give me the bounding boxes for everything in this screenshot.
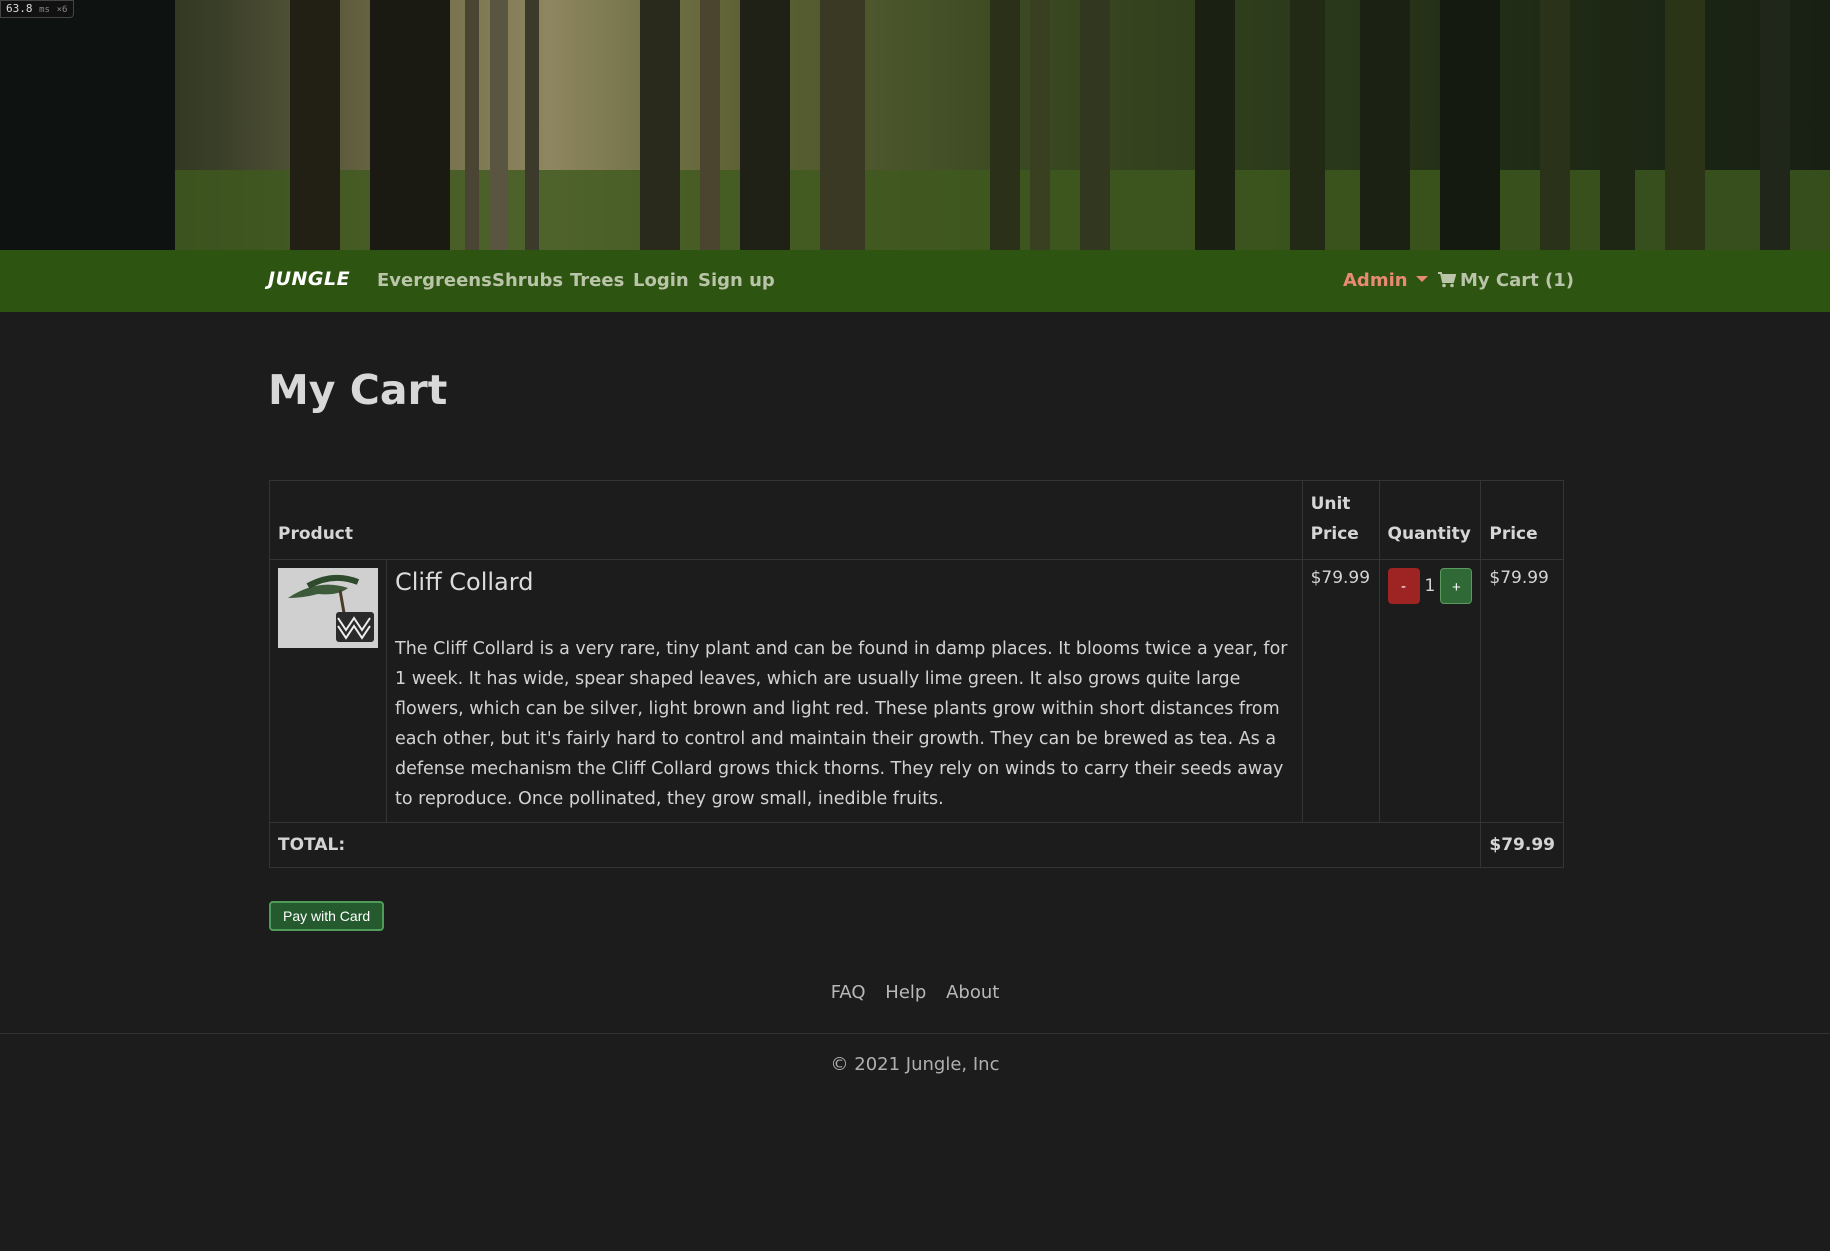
- header-product: Product: [269, 480, 1303, 560]
- product-image-cell: [269, 559, 387, 823]
- top-navbar: JUNGLE Evergreens Shrubs Trees Login Sig…: [0, 250, 1830, 312]
- forest-illustration: [0, 0, 1830, 250]
- perf-multiplier: ×6: [56, 5, 68, 15]
- product-name[interactable]: Cliff Collard: [395, 568, 1294, 596]
- footer-link-faq[interactable]: FAQ: [831, 982, 866, 1003]
- copyright: © 2021 Jungle, Inc: [830, 1054, 1000, 1075]
- nav-link-evergreens[interactable]: Evergreens: [377, 270, 492, 291]
- unit-price: $79.99: [1301, 559, 1380, 823]
- footer-link-about[interactable]: About: [946, 982, 999, 1003]
- footer-divider: [0, 1033, 1830, 1034]
- caret-down-icon: [1415, 276, 1428, 282]
- header-unit-price: Unit Price: [1301, 480, 1380, 560]
- page-title: My Cart: [268, 366, 448, 414]
- nav-link-signup[interactable]: Sign up: [698, 270, 775, 291]
- header-price: Price: [1480, 480, 1564, 560]
- quantity-stepper: -1 +: [1378, 559, 1482, 823]
- decrease-quantity-button[interactable]: -: [1387, 568, 1420, 604]
- line-price: $79.99: [1480, 559, 1564, 823]
- cart-table: Product Unit Price Quantity Price Cliff …: [268, 480, 1564, 868]
- table-header-row: Product Unit Price Quantity Price: [269, 480, 1564, 560]
- total-row: TOTAL: $79.99: [268, 822, 1564, 868]
- footer-link-help[interactable]: Help: [885, 982, 926, 1003]
- total-value: $79.99: [1480, 822, 1564, 868]
- product-description: The Cliff Collard is a very rare, tiny p…: [395, 639, 1288, 809]
- hero-banner-image: [0, 0, 1830, 250]
- quantity-value: 1: [1424, 576, 1436, 596]
- product-thumbnail[interactable]: [278, 568, 378, 648]
- total-label: TOTAL:: [268, 822, 1482, 868]
- perf-value: 63.8: [6, 2, 33, 15]
- nav-link-trees[interactable]: Trees: [570, 270, 624, 291]
- footer-links: FAQ Help About: [0, 982, 1830, 1003]
- pay-with-card-button[interactable]: Pay with Card: [269, 901, 385, 931]
- shopping-cart-icon: [1438, 272, 1456, 288]
- admin-dropdown[interactable]: Admin: [1343, 270, 1428, 291]
- my-cart-label: My Cart (1): [1460, 270, 1574, 291]
- table-row: Cliff Collard The Cliff Collard is a ver…: [269, 559, 1564, 823]
- admin-label: Admin: [1343, 270, 1408, 291]
- my-cart-link[interactable]: My Cart (1): [1438, 270, 1574, 291]
- product-info-cell: Cliff Collard The Cliff Collard is a ver…: [386, 559, 1303, 823]
- nav-link-login[interactable]: Login: [633, 270, 689, 291]
- increase-quantity-button[interactable]: +: [1440, 568, 1473, 604]
- brand-logo[interactable]: JUNGLE: [268, 268, 350, 290]
- perf-badge: 63.8 ms ×6: [0, 0, 75, 18]
- nav-link-shrubs[interactable]: Shrubs: [492, 270, 563, 291]
- header-quantity: Quantity: [1378, 480, 1482, 560]
- perf-unit: ms: [39, 5, 50, 15]
